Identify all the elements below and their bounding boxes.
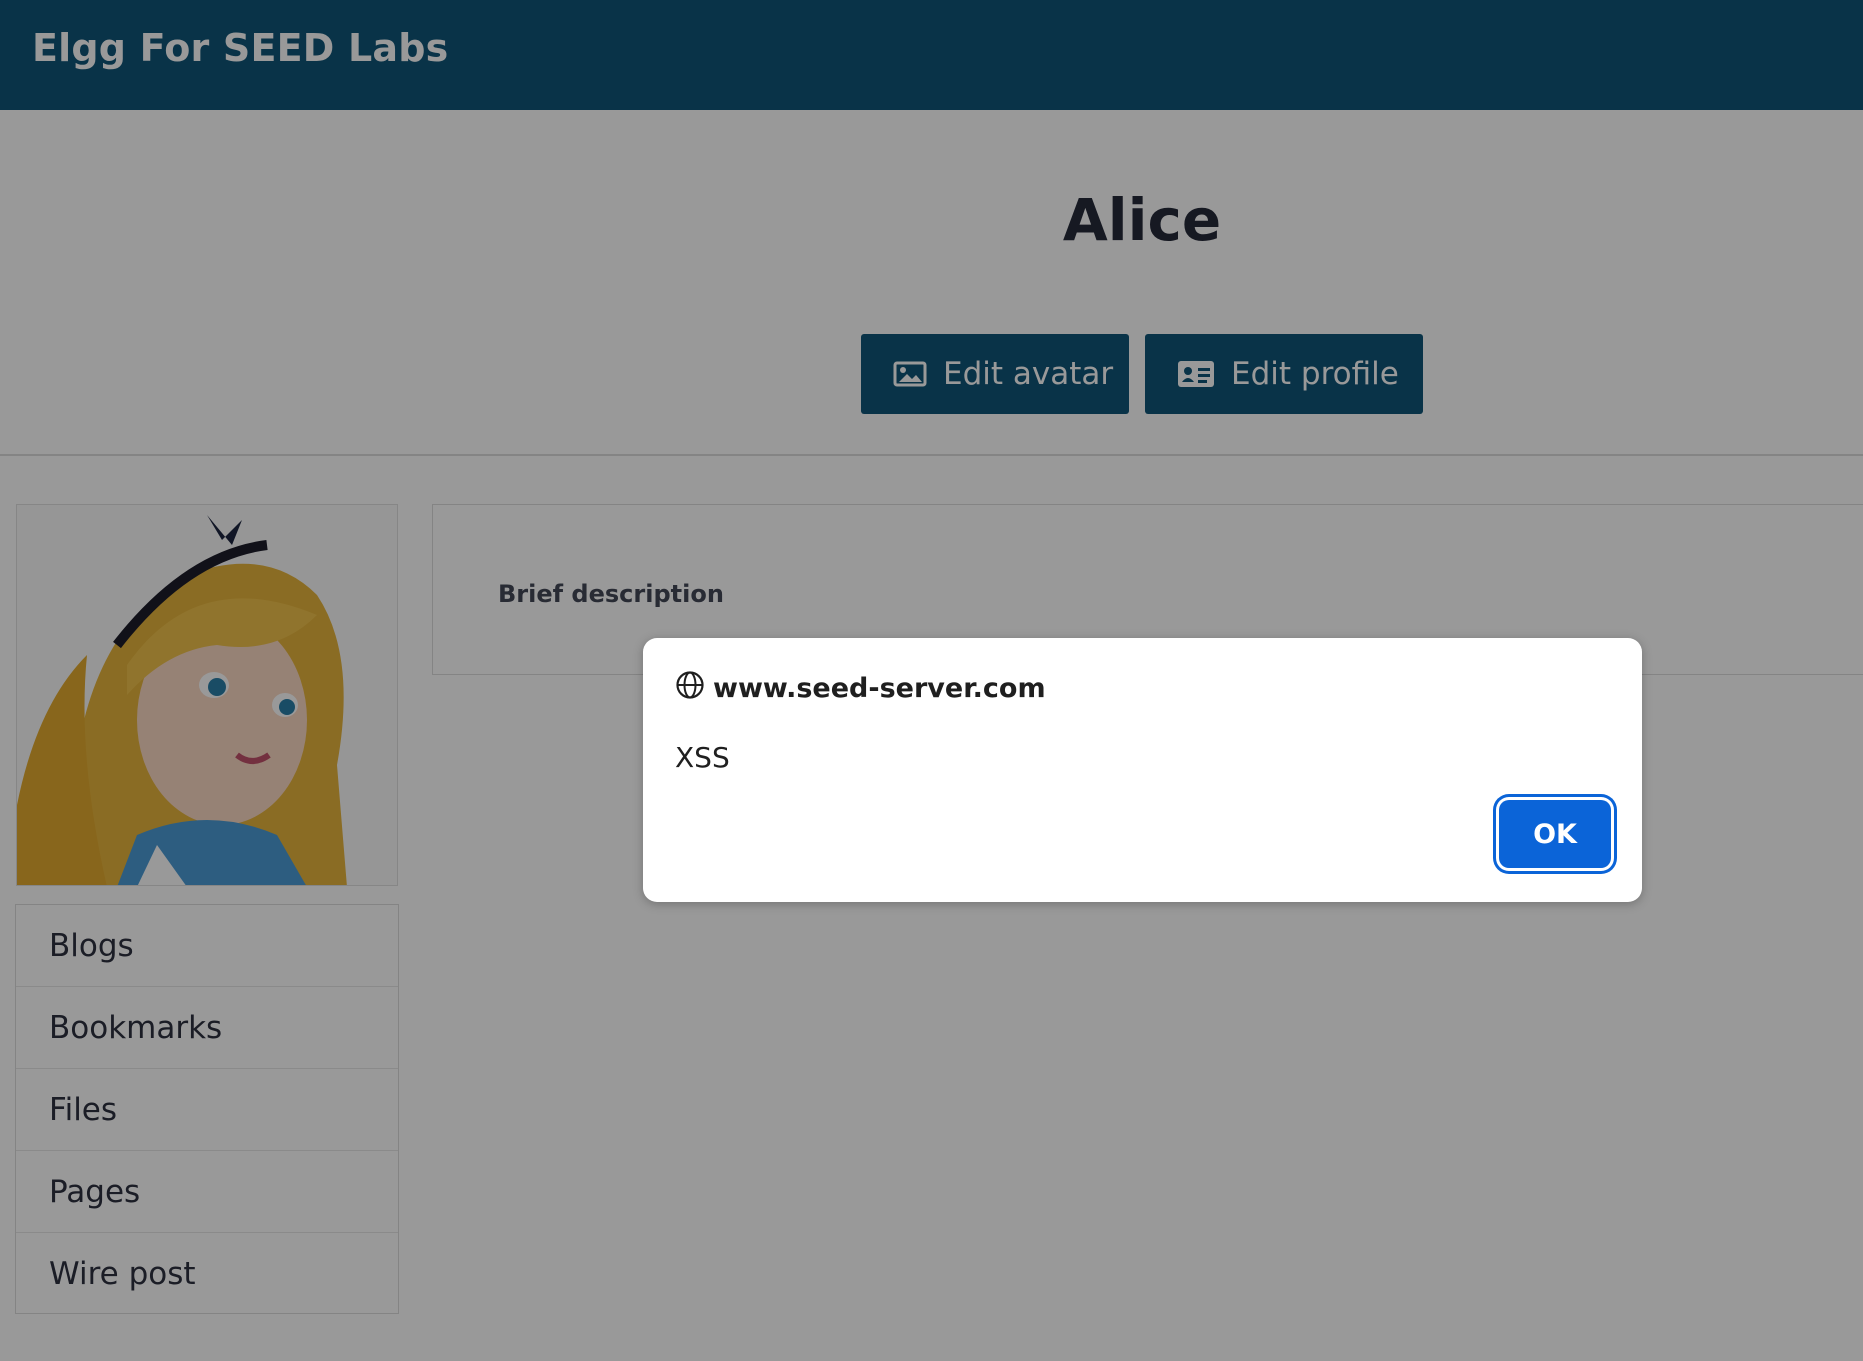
- ok-button[interactable]: OK: [1499, 800, 1611, 868]
- dialog-origin-text: www.seed-server.com: [713, 673, 1046, 704]
- globe-icon: [675, 670, 705, 707]
- dialog-origin: www.seed-server.com: [675, 670, 1046, 707]
- dialog-message: XSS: [675, 741, 730, 774]
- alert-dialog: www.seed-server.com XSS OK: [643, 638, 1642, 902]
